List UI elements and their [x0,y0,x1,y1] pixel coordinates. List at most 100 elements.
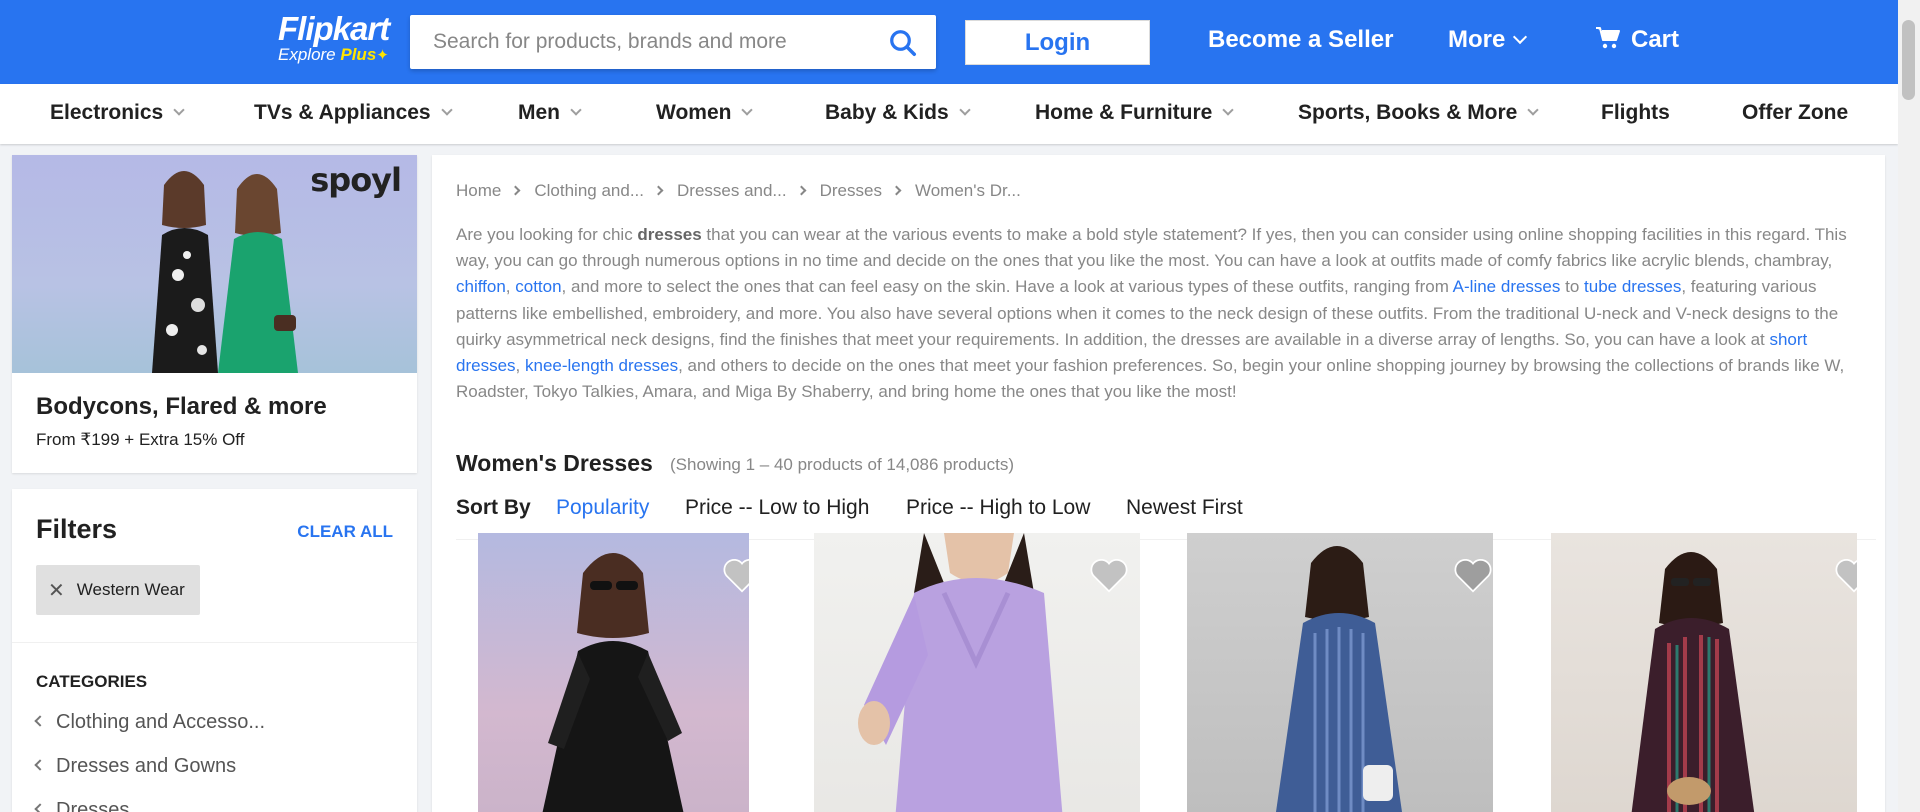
category-item[interactable]: Clothing and Accesso... [34,711,266,734]
top-header: Flipkart Explore Plus✦ Login Become a Se… [0,0,1898,84]
category-item[interactable]: Dresses and Gowns [34,755,237,778]
close-icon[interactable]: ✕ [48,578,65,603]
category-item[interactable]: Dresses [34,799,130,812]
clear-all-button[interactable]: CLEAR ALL [297,522,393,542]
scrollbar-thumb[interactable] [1902,20,1915,100]
category-label: Dresses and Gowns [56,755,237,777]
flipkart-logo[interactable]: Flipkart Explore Plus✦ [278,12,398,65]
cart-label: Cart [1631,26,1680,53]
categories-heading: CATEGORIES [36,672,148,691]
more-menu[interactable]: More [1448,26,1528,54]
link-knee-length-dresses[interactable]: knee-length dresses [525,356,678,375]
plus-icon: ✦ [376,47,389,64]
chevron-down-icon [570,104,582,116]
cart-link[interactable]: Cart [1595,26,1679,54]
nav-item-label: Baby & Kids [825,101,949,124]
result-count: (Showing 1 – 40 products of 14,086 produ… [670,455,1014,474]
login-button[interactable]: Login [965,20,1150,65]
scrollbar-track[interactable] [1898,0,1920,812]
more-label: More [1448,26,1506,53]
link-cotton[interactable]: cotton [515,277,561,296]
nav-item-baby-kids[interactable]: Baby & Kids [825,101,971,125]
description-text: , [505,277,516,297]
filters-panel: Filters CLEAR ALL ✕ Western Wear CATEGOR… [12,489,417,812]
divider [12,642,417,643]
cart-icon [1596,27,1620,49]
search-bar [410,15,936,69]
description-bold: dresses [637,225,702,244]
breadcrumb-item[interactable]: Dresses and... [677,181,787,200]
category-description: Are you looking for chic dresses that yo… [456,222,1856,405]
chevron-down-icon [1513,29,1528,45]
link-tube-dresses[interactable]: tube dresses [1584,277,1681,296]
sort-label: Sort By [456,496,531,519]
applied-filter-chip[interactable]: ✕ Western Wear [36,565,200,615]
nav-item-label: Electronics [50,101,164,124]
product-card[interactable] [1187,533,1493,812]
nav-item-offer-zone[interactable]: Offer Zone [1742,101,1848,125]
nav-item-electronics[interactable]: Electronics [50,101,185,125]
nav-item-sports-books[interactable]: Sports, Books & More [1298,101,1540,125]
page-title: Women's Dresses [456,450,653,476]
chevron-left-icon [34,759,46,771]
product-card[interactable] [478,533,749,812]
chevron-down-icon [173,104,185,116]
heart-icon[interactable] [1088,555,1130,593]
product-image [542,553,684,812]
sort-option-popularity[interactable]: Popularity [556,496,650,538]
logo-tagline: Explore Plus✦ [278,46,398,65]
chevron-right-icon [891,185,902,196]
search-input[interactable] [410,15,860,69]
chevron-down-icon [1527,104,1540,116]
chevron-down-icon [1222,104,1235,116]
category-label: Clothing and Accesso... [56,711,266,733]
nav-item-flights[interactable]: Flights [1601,101,1670,125]
chevron-left-icon [34,803,46,812]
nav-item-men[interactable]: Men [518,101,582,125]
chevron-left-icon [34,715,46,727]
search-icon[interactable] [888,28,918,58]
sort-option-price-high-low[interactable]: Price -- High to Low [906,496,1090,538]
nav-item-label: TVs & Appliances [254,101,431,124]
promo-brand-logo: spoyl [310,161,402,199]
promo-subtitle: From ₹199 + Extra 15% Off [36,430,245,449]
description-text: , and more to select the ones that can f… [561,277,1453,297]
breadcrumb-item[interactable]: Home [456,181,501,200]
promo-image: spoyl [12,155,417,373]
chevron-down-icon [440,104,453,116]
nav-item-tvs-appliances[interactable]: TVs & Appliances [254,101,453,125]
product-card[interactable] [1551,533,1857,812]
product-image [1631,552,1755,812]
nav-item-women[interactable]: Women [656,101,754,125]
become-seller-link[interactable]: Become a Seller [1208,26,1393,54]
heart-icon[interactable] [721,555,749,593]
promo-banner[interactable]: spoyl Bodycons, Flared & more From ₹199 … [12,155,417,473]
nav-item-label: Men [518,101,560,124]
product-image [1276,546,1402,812]
nav-item-label: Sports, Books & More [1298,101,1518,124]
description-text: to [1560,277,1585,297]
heart-icon[interactable] [1833,555,1857,593]
link-chiffon[interactable]: chiffon [456,277,506,296]
chevron-down-icon [741,104,754,116]
logo-brand: Flipkart [278,10,390,47]
breadcrumb: Home Clothing and... Dresses and... Dresses… [456,181,1021,201]
breadcrumb-item[interactable]: Dresses [820,181,882,200]
logo-plus: Plus [340,45,377,64]
breadcrumb-item[interactable]: Clothing and... [534,181,644,200]
link-a-line-dresses[interactable]: A-line dresses [1453,277,1561,296]
promo-title: Bodycons, Flared & more [36,393,327,420]
nav-item-label: Women [656,101,732,124]
breadcrumb-item[interactable]: Women's Dr... [915,181,1021,200]
description-text: Are you looking for chic [456,225,638,244]
logo-tagline-prefix: Explore [278,45,341,64]
applied-filter-label: Western Wear [76,580,185,599]
product-card[interactable] [814,533,1140,812]
description-text: , [515,356,525,376]
sort-option-newest[interactable]: Newest First [1126,496,1243,538]
category-label: Dresses [56,799,130,812]
sort-option-price-low-high[interactable]: Price -- Low to High [685,496,869,538]
heart-icon[interactable] [1452,555,1493,593]
filters-title: Filters [36,514,118,544]
nav-item-home-furniture[interactable]: Home & Furniture [1035,101,1235,125]
